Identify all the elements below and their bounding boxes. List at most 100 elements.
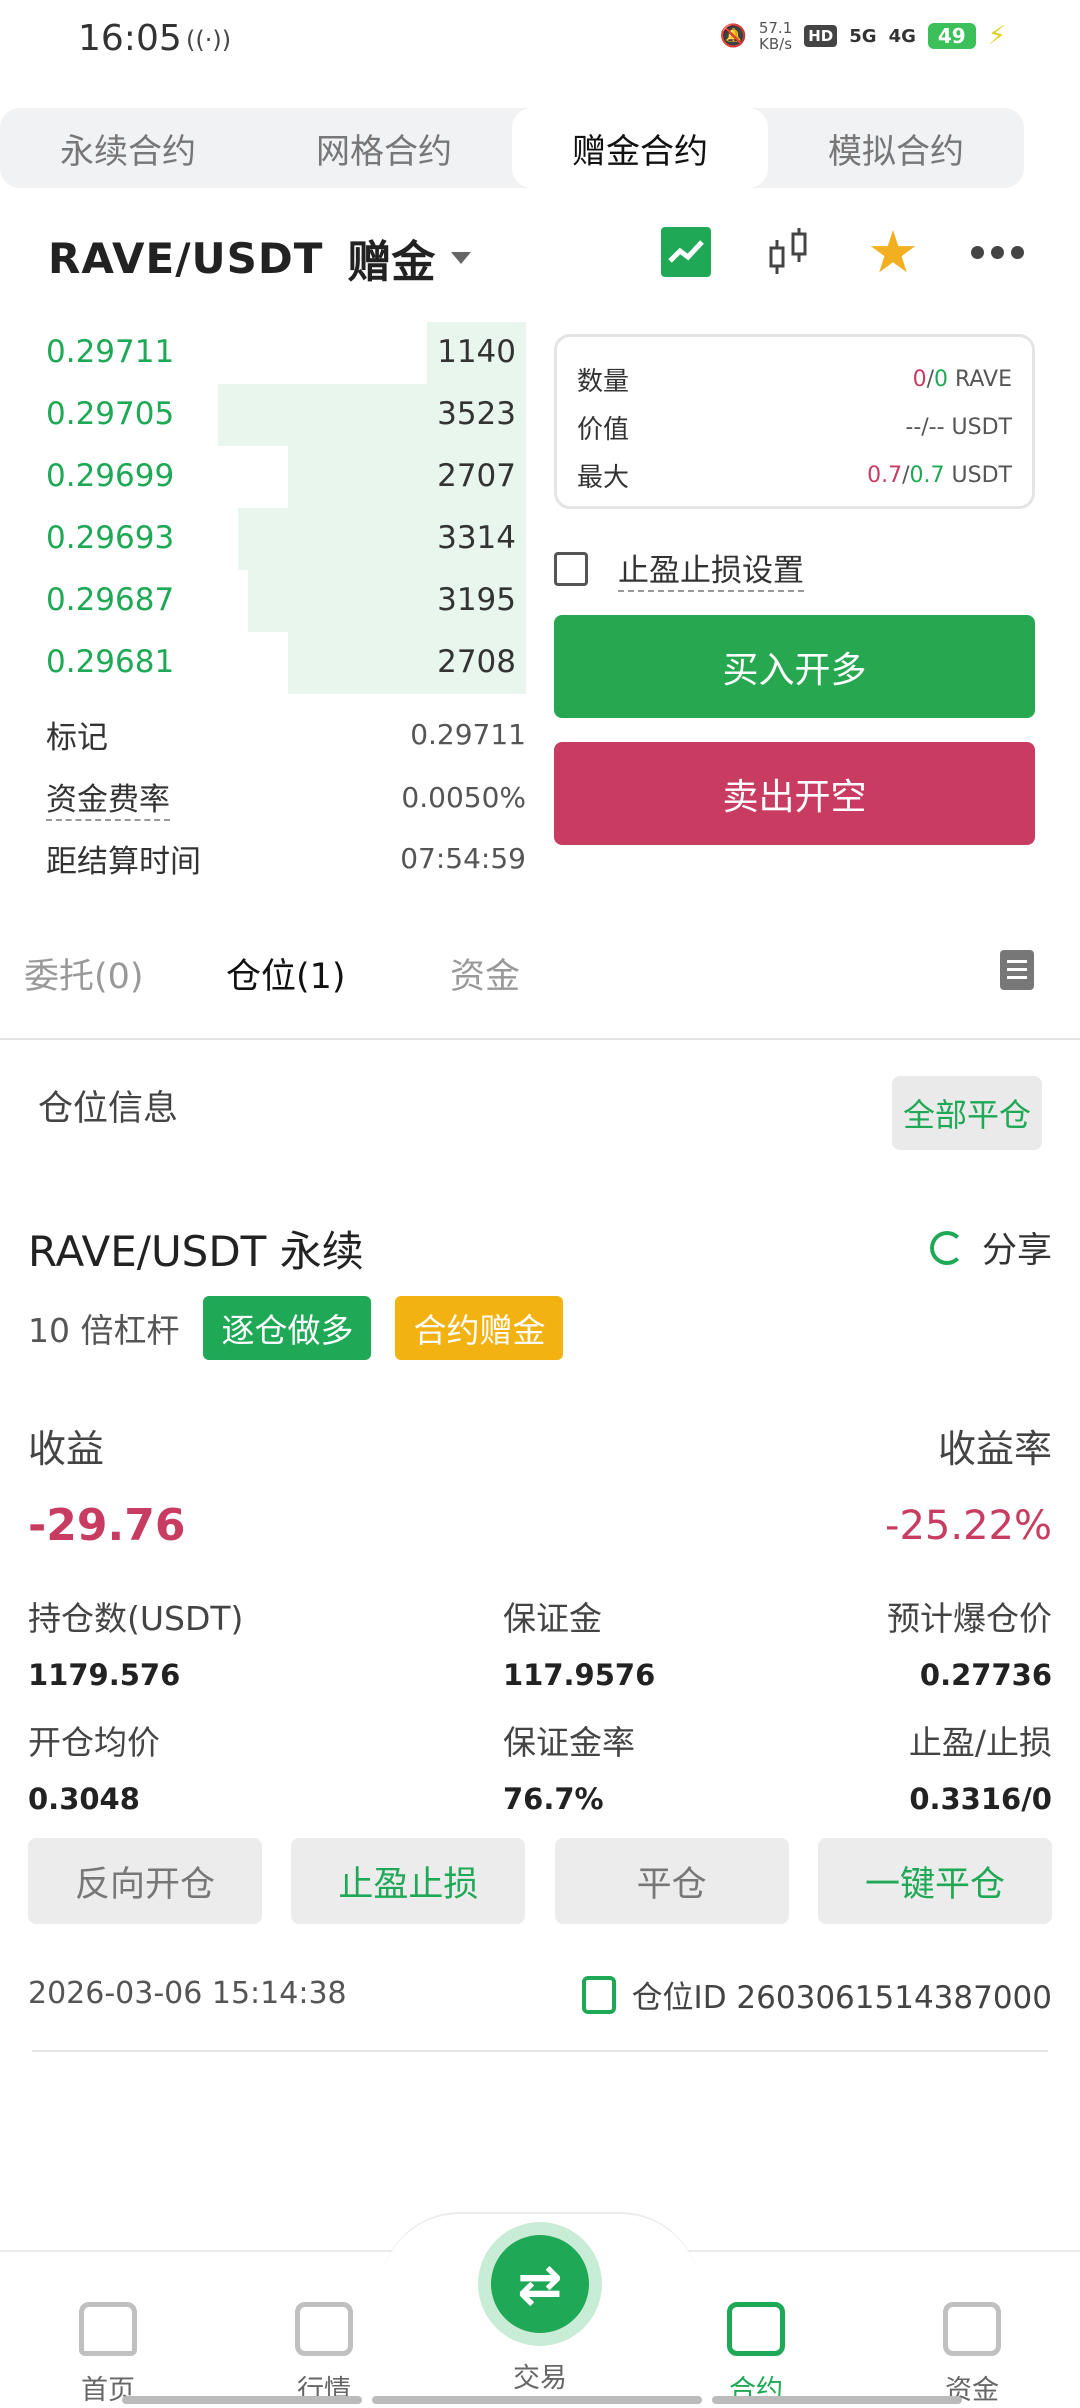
buy-long-button[interactable]: 买入开多 bbox=[554, 615, 1035, 718]
tab-positions[interactable]: 仓位(1) bbox=[226, 948, 346, 999]
pnl-rate-label: 收益率 bbox=[937, 1427, 1052, 1471]
status-time: 16:05 bbox=[78, 18, 182, 59]
isolated-long-badge: 逐仓做多 bbox=[203, 1296, 372, 1360]
signal-4g-icon: 4G bbox=[888, 25, 916, 47]
battery-icon: 49 bbox=[927, 23, 976, 49]
nav-assets[interactable]: 资金 bbox=[902, 2302, 1042, 2407]
order-book-row[interactable]: 0.29705 3523 bbox=[30, 384, 526, 446]
margin: 保证金 117.9576 bbox=[503, 1592, 655, 1692]
tp-sl: 止盈/止损 0.3316/0 bbox=[909, 1716, 1052, 1816]
entry-price-value: 0.3048 bbox=[28, 1782, 140, 1816]
tpsl-setting-label[interactable]: 止盈止损设置 bbox=[618, 545, 804, 592]
order-book-row[interactable]: 0.29687 3195 bbox=[30, 570, 526, 632]
position-info-title: 仓位信息 bbox=[38, 1089, 179, 1129]
pair-selector[interactable]: RAVE/USDT 赠金 bbox=[48, 226, 472, 290]
position-size-label: 持仓数(USDT) bbox=[28, 1599, 244, 1638]
order-book-row[interactable]: 0.29699 2707 bbox=[30, 446, 526, 508]
book-price: 0.29693 bbox=[46, 520, 175, 556]
nav-trade[interactable]: ⇄ bbox=[478, 2222, 602, 2346]
header-actions: ★ bbox=[661, 223, 1024, 281]
margin-label: 保证金 bbox=[503, 1599, 602, 1638]
close-all-button[interactable]: 全部平仓 bbox=[892, 1076, 1042, 1150]
book-qty: 1140 bbox=[437, 334, 516, 370]
sell-short-button[interactable]: 卖出开空 bbox=[554, 742, 1035, 845]
mark-price-label: 标记 bbox=[46, 720, 108, 756]
value-value: --/-- USDT bbox=[905, 415, 1012, 440]
divider bbox=[32, 2050, 1048, 2052]
entry-price: 开仓均价 0.3048 bbox=[28, 1716, 160, 1816]
close-position-button[interactable]: 平仓 bbox=[554, 1838, 789, 1924]
tpsl-setting[interactable]: 止盈止损设置 bbox=[554, 545, 804, 592]
position-timestamp: 2026-03-06 15:14:38 bbox=[28, 1976, 347, 2011]
pair-tag: 赠金 bbox=[347, 237, 436, 288]
nav-trade-label: 交易 bbox=[513, 2363, 567, 2394]
share-icon bbox=[929, 1230, 964, 1265]
book-price: 0.29681 bbox=[46, 644, 175, 680]
position-id[interactable]: 仓位ID 2603061514387000 bbox=[581, 1972, 1052, 2017]
margin-value: 117.9576 bbox=[503, 1658, 656, 1692]
pnl-rate-value: -25.22% bbox=[885, 1503, 1052, 1549]
funding-rate-label[interactable]: 资金费率 bbox=[46, 774, 170, 821]
copy-icon[interactable] bbox=[581, 1975, 616, 2014]
charging-icon: ⚡ bbox=[987, 21, 1006, 51]
mark-price-value: 0.29711 bbox=[410, 718, 526, 751]
tab-bonus[interactable]: 赠金合约 bbox=[512, 108, 768, 188]
funding-rate-value: 0.0050% bbox=[401, 781, 526, 814]
radio-icon: ((·)) bbox=[186, 26, 232, 54]
tp-sl-value: 0.3316/0 bbox=[909, 1782, 1052, 1816]
tab-grid[interactable]: 网格合约 bbox=[256, 108, 512, 188]
net-speed: 57.1 KB/s bbox=[759, 20, 792, 52]
value-unit: USDT bbox=[951, 414, 1012, 440]
tab-simulated[interactable]: 模拟合约 bbox=[768, 108, 1024, 188]
tpsl-checkbox[interactable] bbox=[554, 551, 588, 586]
document-icon[interactable] bbox=[1000, 950, 1034, 990]
entry-price-label: 开仓均价 bbox=[28, 1723, 160, 1762]
separator: / bbox=[926, 366, 934, 392]
book-qty: 2708 bbox=[437, 644, 516, 680]
tab-orders[interactable]: 委托(0) bbox=[24, 948, 144, 999]
quantity-unit: RAVE bbox=[955, 366, 1012, 392]
book-price: 0.29705 bbox=[46, 396, 175, 432]
quick-close-button[interactable]: 一键平仓 bbox=[817, 1838, 1052, 1924]
pnl-label: 收益 bbox=[28, 1427, 105, 1471]
share-button[interactable]: 分享 bbox=[929, 1222, 1052, 1273]
value-label: 价值 bbox=[577, 414, 630, 445]
nav-contract[interactable]: 合约 bbox=[686, 2302, 826, 2407]
position-tabs: 委托(0) 仓位(1) 资金 bbox=[0, 940, 1080, 1040]
margin-ratio-value: 76.7% bbox=[503, 1782, 604, 1816]
nav-home[interactable]: 首页 bbox=[38, 2302, 178, 2407]
leverage-label: 10 倍杠杆 bbox=[28, 1311, 180, 1350]
order-book-row[interactable]: 0.29681 2708 bbox=[30, 632, 526, 694]
tab-perpetual[interactable]: 永续合约 bbox=[0, 108, 256, 188]
contract-bonus-badge: 合约赠金 bbox=[395, 1296, 564, 1360]
reverse-open-button[interactable]: 反向开仓 bbox=[28, 1838, 262, 1924]
order-book-row[interactable]: 0.29711 1140 bbox=[30, 322, 526, 384]
status-icons: 🔕 57.1 KB/s HD 5G 4G 49 ⚡ bbox=[719, 20, 1006, 52]
nav-market[interactable]: 行情 bbox=[254, 2302, 394, 2407]
quantity-label: 数量 bbox=[577, 366, 630, 397]
value-row: 价值 --/-- USDT bbox=[577, 403, 1012, 451]
favorite-star-icon[interactable]: ★ bbox=[867, 223, 919, 281]
order-book-row[interactable]: 0.29693 3314 bbox=[30, 508, 526, 570]
book-qty: 3314 bbox=[437, 520, 516, 556]
max-row: 最大 0.7/0.7 USDT bbox=[577, 451, 1012, 499]
tab-assets[interactable]: 资金 bbox=[450, 948, 520, 999]
line-chart-icon[interactable] bbox=[661, 227, 711, 277]
margin-ratio: 保证金率 76.7% bbox=[503, 1716, 635, 1816]
candlestick-icon[interactable] bbox=[763, 226, 815, 278]
wallet-icon bbox=[943, 2302, 1001, 2356]
caret-down-icon bbox=[451, 252, 472, 264]
status-bar: 16:05 ((·)) 🔕 57.1 KB/s HD 5G 4G 49 ⚡ bbox=[0, 0, 1080, 80]
value-amount: --/-- bbox=[905, 414, 945, 440]
contract-type-tabs: 永续合约 网格合约 赠金合约 模拟合约 bbox=[0, 108, 1024, 188]
max-value: 0.7/0.7 USDT bbox=[867, 463, 1012, 488]
swap-arrows-icon: ⇄ bbox=[491, 2235, 589, 2333]
liquidation-price-label: 预计爆仓价 bbox=[887, 1599, 1052, 1638]
book-price: 0.29687 bbox=[46, 582, 175, 618]
tp-sl-button[interactable]: 止盈止损 bbox=[291, 1838, 526, 1924]
funding-rate-row[interactable]: 资金费率 0.0050% bbox=[46, 774, 526, 821]
settlement-countdown: 07:54:59 bbox=[400, 842, 526, 875]
position-size-value: 1179.576 bbox=[28, 1658, 181, 1692]
contract-icon bbox=[727, 2302, 785, 2356]
more-icon[interactable] bbox=[971, 245, 1024, 259]
